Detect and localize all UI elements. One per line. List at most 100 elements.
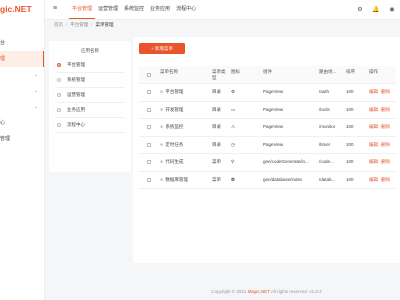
- table-row: ⊕ 定时任务 目录 ◷ PageView /timer 100 编辑 删除: [139, 137, 396, 154]
- app-item-label: 业务应用: [67, 107, 85, 112]
- app-item[interactable]: 流程中心: [55, 118, 125, 133]
- topnav-item-monitor[interactable]: 系统监控: [121, 0, 147, 19]
- col-ops: 操作: [369, 69, 378, 74]
- chevron-down-icon: ⌄: [33, 88, 38, 94]
- expand-icon[interactable]: ⊕: [160, 159, 163, 164]
- expand-icon[interactable]: ⊕: [160, 142, 163, 147]
- radio-icon[interactable]: [57, 122, 61, 127]
- delete-link[interactable]: 删除: [381, 177, 390, 182]
- breadcrumb-separator: /: [91, 22, 93, 27]
- row-type: 目录: [212, 89, 221, 94]
- app-item[interactable]: 运营管理: [55, 88, 125, 103]
- row-checkbox[interactable]: [147, 107, 151, 112]
- topnav-item-platform[interactable]: 平台管理: [69, 0, 96, 19]
- radio-selected-icon[interactable]: [57, 62, 61, 67]
- expand-icon[interactable]: ⊕: [160, 89, 163, 94]
- table-row: ⊕ 开发管理 目录 ▭ PageView /tools 100 编辑 删除: [139, 102, 396, 119]
- row-name: 系统监控: [165, 124, 184, 129]
- edit-link[interactable]: 编辑: [369, 177, 378, 182]
- expand-icon[interactable]: ⊕: [160, 107, 163, 112]
- gear-icon[interactable]: ⚙: [352, 6, 368, 13]
- delete-link[interactable]: 删除: [381, 159, 390, 164]
- radio-icon[interactable]: [57, 92, 61, 97]
- radio-icon[interactable]: [57, 107, 61, 112]
- row-checkbox[interactable]: [147, 90, 151, 94]
- radio-icon[interactable]: [57, 77, 61, 82]
- app-item[interactable]: 业务应用: [55, 103, 125, 118]
- delete-link[interactable]: 删除: [381, 142, 390, 147]
- edit-link[interactable]: 编辑: [369, 159, 378, 164]
- row-checkbox[interactable]: [147, 160, 151, 164]
- app-logo: gic.NET: [0, 4, 32, 14]
- row-route: /datab...: [319, 176, 336, 182]
- topnav-item-workflow[interactable]: 流程中心: [173, 0, 199, 19]
- sidebar-item-8[interactable]: 管理: [0, 131, 44, 147]
- row-component: gen/codeGenerate/in...: [263, 159, 309, 164]
- row-ops-cell: 编辑 删除: [369, 154, 397, 171]
- sidebar-item-3-active[interactable]: 理: [0, 51, 44, 67]
- row-component: gen/database/index: [263, 176, 303, 182]
- edit-link[interactable]: 编辑: [369, 107, 378, 112]
- table-row: ⊕ 平台管理 目录 ⚙ PageView /auth 100 编辑 删除: [139, 84, 396, 102]
- row-sort: 100: [346, 106, 354, 112]
- expand-icon[interactable]: ⊕: [160, 177, 163, 182]
- sidebar-item-label: 台: [0, 40, 6, 46]
- delete-link[interactable]: 删除: [381, 89, 390, 94]
- add-menu-button[interactable]: + 新增菜单: [139, 43, 185, 54]
- edit-link[interactable]: 编辑: [369, 124, 378, 129]
- row-name-cell: ⊕ 代码生成: [160, 154, 210, 171]
- edit-link[interactable]: 编辑: [369, 142, 378, 147]
- bell-icon[interactable]: 🔔: [368, 6, 384, 13]
- top-bar: ≡ 平台管理 运营管理 系统监控 业务应用 流程中心 ⚙ 🔔 ◉: [45, 0, 400, 20]
- row-checkbox[interactable]: [147, 125, 151, 129]
- sidebar-item-7[interactable]: 心: [0, 115, 44, 131]
- row-type: 菜单: [212, 159, 221, 164]
- app-item-label: 流程中心: [67, 122, 85, 127]
- row-ops-cell: 编辑 删除: [369, 119, 397, 136]
- app-item[interactable]: 系统管理: [55, 73, 125, 88]
- topnav-item-operations[interactable]: 运营管理: [95, 0, 121, 19]
- topnav-item-business[interactable]: 业务应用: [147, 0, 173, 19]
- menu-toggle-icon[interactable]: ≡: [53, 5, 57, 12]
- row-checkbox[interactable]: [147, 177, 151, 182]
- sidebar-item-6[interactable]: ⌄: [0, 99, 44, 115]
- sidebar-item-1[interactable]: [0, 19, 44, 35]
- row-component: PageView: [263, 141, 284, 147]
- sidebar-item-5[interactable]: ⌄: [0, 83, 44, 99]
- row-checkbox[interactable]: [147, 142, 151, 147]
- row-name-cell: ⊕ 系统监控: [160, 119, 210, 136]
- row-route: /auth: [319, 89, 330, 94]
- breadcrumb-home[interactable]: 首页: [54, 22, 63, 27]
- menu-table-panel: + 新增菜单 菜单名称 菜单类 型 图标 组件 路由地... 排序 操作 ⊕ 平台…: [133, 37, 400, 263]
- user-icon[interactable]: ◉: [384, 6, 400, 13]
- delete-link[interactable]: 删除: [381, 124, 390, 129]
- sidebar-item-2[interactable]: 台: [0, 35, 44, 51]
- row-route: /timer: [319, 141, 331, 147]
- edit-link[interactable]: 编辑: [369, 89, 378, 94]
- expand-icon[interactable]: ⊕: [160, 124, 163, 129]
- row-sort: 100: [346, 89, 354, 94]
- row-component: PageView: [263, 106, 284, 112]
- footer-suffix: All rights reserved. v1.0.2: [269, 289, 322, 294]
- table-row: ⊕ 系统监控 目录 ⚠ PageView /monitor 100 编辑 删除: [139, 119, 396, 137]
- row-name: 定时任务: [165, 141, 184, 147]
- breadcrumb-platform[interactable]: 平台管理: [70, 22, 88, 27]
- table-row: ⊕ 代码生成 菜单 ⚲ gen/codeGenerate/in... /code.…: [139, 154, 396, 172]
- col-component: 组件: [263, 69, 272, 74]
- setting-icon: ⚙: [231, 89, 236, 94]
- sidebar-item-4[interactable]: ⌄: [0, 67, 44, 83]
- app-item-label: 运营管理: [67, 92, 85, 97]
- app-list-panel: 应用名称 平台管理 系统管理 运营管理 业务应用 流程中心: [49, 41, 131, 172]
- select-all-checkbox[interactable]: [147, 72, 151, 77]
- row-name-cell: ⊕ 开发管理: [160, 102, 210, 119]
- row-route: /code...: [319, 159, 334, 164]
- col-type: 菜单类 型: [212, 69, 226, 80]
- alert-icon: ⚠: [231, 124, 236, 129]
- breadcrumb-separator: /: [66, 22, 68, 27]
- delete-link[interactable]: 删除: [381, 107, 390, 112]
- app-item[interactable]: 平台管理: [55, 58, 125, 73]
- row-route: /tools: [319, 106, 330, 112]
- app-item-label: 平台管理: [67, 62, 85, 67]
- footer-brand-link[interactable]: Magic.NET: [248, 289, 270, 294]
- breadcrumb: 首页 / 平台管理 / 菜单管理: [54, 22, 114, 28]
